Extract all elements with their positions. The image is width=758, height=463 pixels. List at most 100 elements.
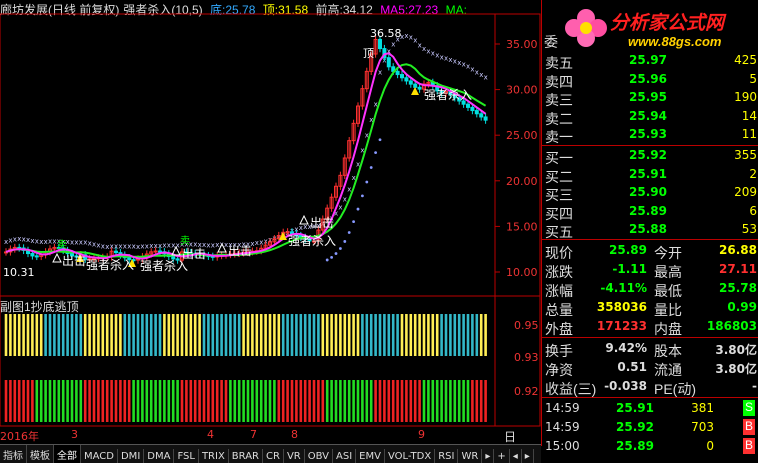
stat-value: 0.51 (617, 360, 647, 374)
tab-asi[interactable]: ASI (333, 449, 357, 463)
level-price: 25.88 (629, 222, 667, 236)
tab-wr[interactable]: WR (458, 449, 483, 463)
quote-row: 总量 358036 量比 0.99 (542, 299, 758, 318)
indicator-bar-top (215, 314, 219, 356)
indicator-bar-top (369, 314, 373, 356)
indicator-bar-bottom (167, 380, 171, 422)
exit-label-4: 出击 (310, 216, 334, 230)
indicator-bar-top (92, 314, 96, 356)
tab-nav-arrow[interactable]: ◂ (510, 449, 522, 463)
candle-body (413, 83, 418, 88)
candle-body (404, 77, 409, 82)
support-dot (365, 180, 369, 184)
stat-value-2: 0.99 (727, 300, 757, 314)
support-dot (361, 194, 364, 198)
tab-brar[interactable]: BRAR (229, 449, 263, 463)
stat-value: 358036 (596, 300, 647, 314)
indicator-bar-bottom (369, 380, 373, 422)
tab-cr[interactable]: CR (263, 449, 284, 463)
indicator-bar-top (44, 314, 47, 356)
stop-dot: x (347, 186, 351, 194)
indicator-bar-top (281, 314, 285, 356)
indicator-bar-top (31, 314, 34, 356)
tab-rsi[interactable]: RSI (435, 449, 459, 463)
candle-body (158, 250, 162, 253)
indicator-bar-top (264, 314, 267, 356)
indicator-bar-top (418, 314, 421, 356)
indicator-bar-bottom (365, 380, 369, 422)
signal-label-1: 强者杀入 (86, 257, 134, 272)
candle-body (153, 250, 158, 253)
indicator-bar-top (295, 314, 298, 356)
date-axis: 2016年 3 4 7 8 9 日线 (0, 428, 516, 461)
indicator-bar-bottom (237, 380, 241, 422)
tab-trix[interactable]: TRIX (199, 449, 229, 463)
indicator-bar-top (286, 314, 289, 356)
tab-obv[interactable]: OBV (305, 449, 333, 463)
kline-chart[interactable]: xxxxxxxxxxxxxxxxxxxxxxxxxxxxxxxxxxxxxxxx… (0, 0, 541, 444)
tab-nav-arrow[interactable]: ▸ (522, 449, 534, 463)
indicator-bar-top (471, 314, 474, 356)
tab-emv[interactable]: EMV (356, 449, 385, 463)
indicator-bar-top (97, 314, 100, 356)
indicator-bar-bottom (440, 380, 443, 422)
tab-模板[interactable]: 模板 (27, 445, 54, 463)
signal-label-4: 强者杀入 (424, 87, 472, 102)
tab-nav-arrow[interactable]: + (494, 449, 510, 463)
indicator-bar-bottom (44, 380, 47, 422)
tab-fsl[interactable]: FSL (174, 449, 199, 463)
stat-value-2: 25.78 (719, 281, 757, 295)
indicator-bar-bottom (484, 380, 487, 422)
indicator-bar-top (61, 314, 65, 356)
candle-body (479, 113, 484, 118)
indicator-bar-bottom (229, 380, 232, 422)
tick-time: 15:00 (545, 439, 580, 453)
indicator-bar-bottom (145, 380, 149, 422)
indicator-bar-top (255, 314, 259, 356)
date-year: 2016年 (0, 430, 39, 443)
level-volume: 355 (734, 148, 757, 162)
indicator-bar-bottom (277, 380, 281, 422)
indicator-bar-bottom (312, 380, 316, 422)
indicator-bar-top (79, 314, 83, 356)
candle-body (408, 80, 413, 85)
buy-level: 买三 25.90 209 (542, 184, 758, 203)
indicator-bar-bottom (154, 380, 157, 422)
price-tick-label: 10.00 (506, 266, 538, 279)
indicator-bar-top (440, 314, 443, 356)
support-dot (330, 256, 333, 259)
sell-level: 卖一 25.93 11 (542, 126, 758, 145)
tab-全部[interactable]: 全部 (54, 445, 81, 463)
sub-indicator-bars (4, 314, 487, 422)
indicator-bar-bottom (119, 380, 122, 422)
buy-level: 买五 25.88 53 (542, 221, 758, 240)
order-ratio-label: 委 (544, 34, 558, 50)
tick-side: B (743, 419, 755, 435)
tab-指标[interactable]: 指标 (0, 445, 27, 463)
level-price: 25.91 (629, 166, 667, 181)
candle-body (395, 70, 400, 76)
quote-row: 涨跌 -1.11 最高 27.11 (542, 261, 758, 280)
tab-vol-tdx[interactable]: VOL-TDX (385, 449, 436, 463)
indicator-bar-bottom (383, 380, 386, 422)
tab-macd[interactable]: MACD (81, 449, 118, 463)
price-tick-label: 15.00 (506, 220, 538, 233)
indicator-bar-top (365, 314, 369, 356)
tab-vr[interactable]: VR (284, 449, 305, 463)
indicator-bar-bottom (479, 380, 483, 422)
indicator-bar-bottom (31, 380, 34, 422)
indicator-bar-bottom (97, 380, 100, 422)
tab-dma[interactable]: DMA (144, 449, 175, 463)
tick-price: 25.92 (616, 420, 654, 434)
indicator-bar-top (400, 314, 404, 356)
tab-dmi[interactable]: DMI (118, 449, 145, 463)
indicator-bar-top (466, 314, 470, 356)
tab-nav-arrow[interactable]: ▸ (482, 449, 495, 463)
indicator-bar-bottom (9, 380, 12, 422)
indicator-bar-bottom (334, 380, 338, 422)
indicator-bar-bottom (325, 380, 329, 422)
candle-body (470, 106, 475, 112)
indicator-bar-top (110, 314, 113, 356)
support-dot (352, 220, 355, 224)
indicator-bar-top (325, 314, 329, 356)
